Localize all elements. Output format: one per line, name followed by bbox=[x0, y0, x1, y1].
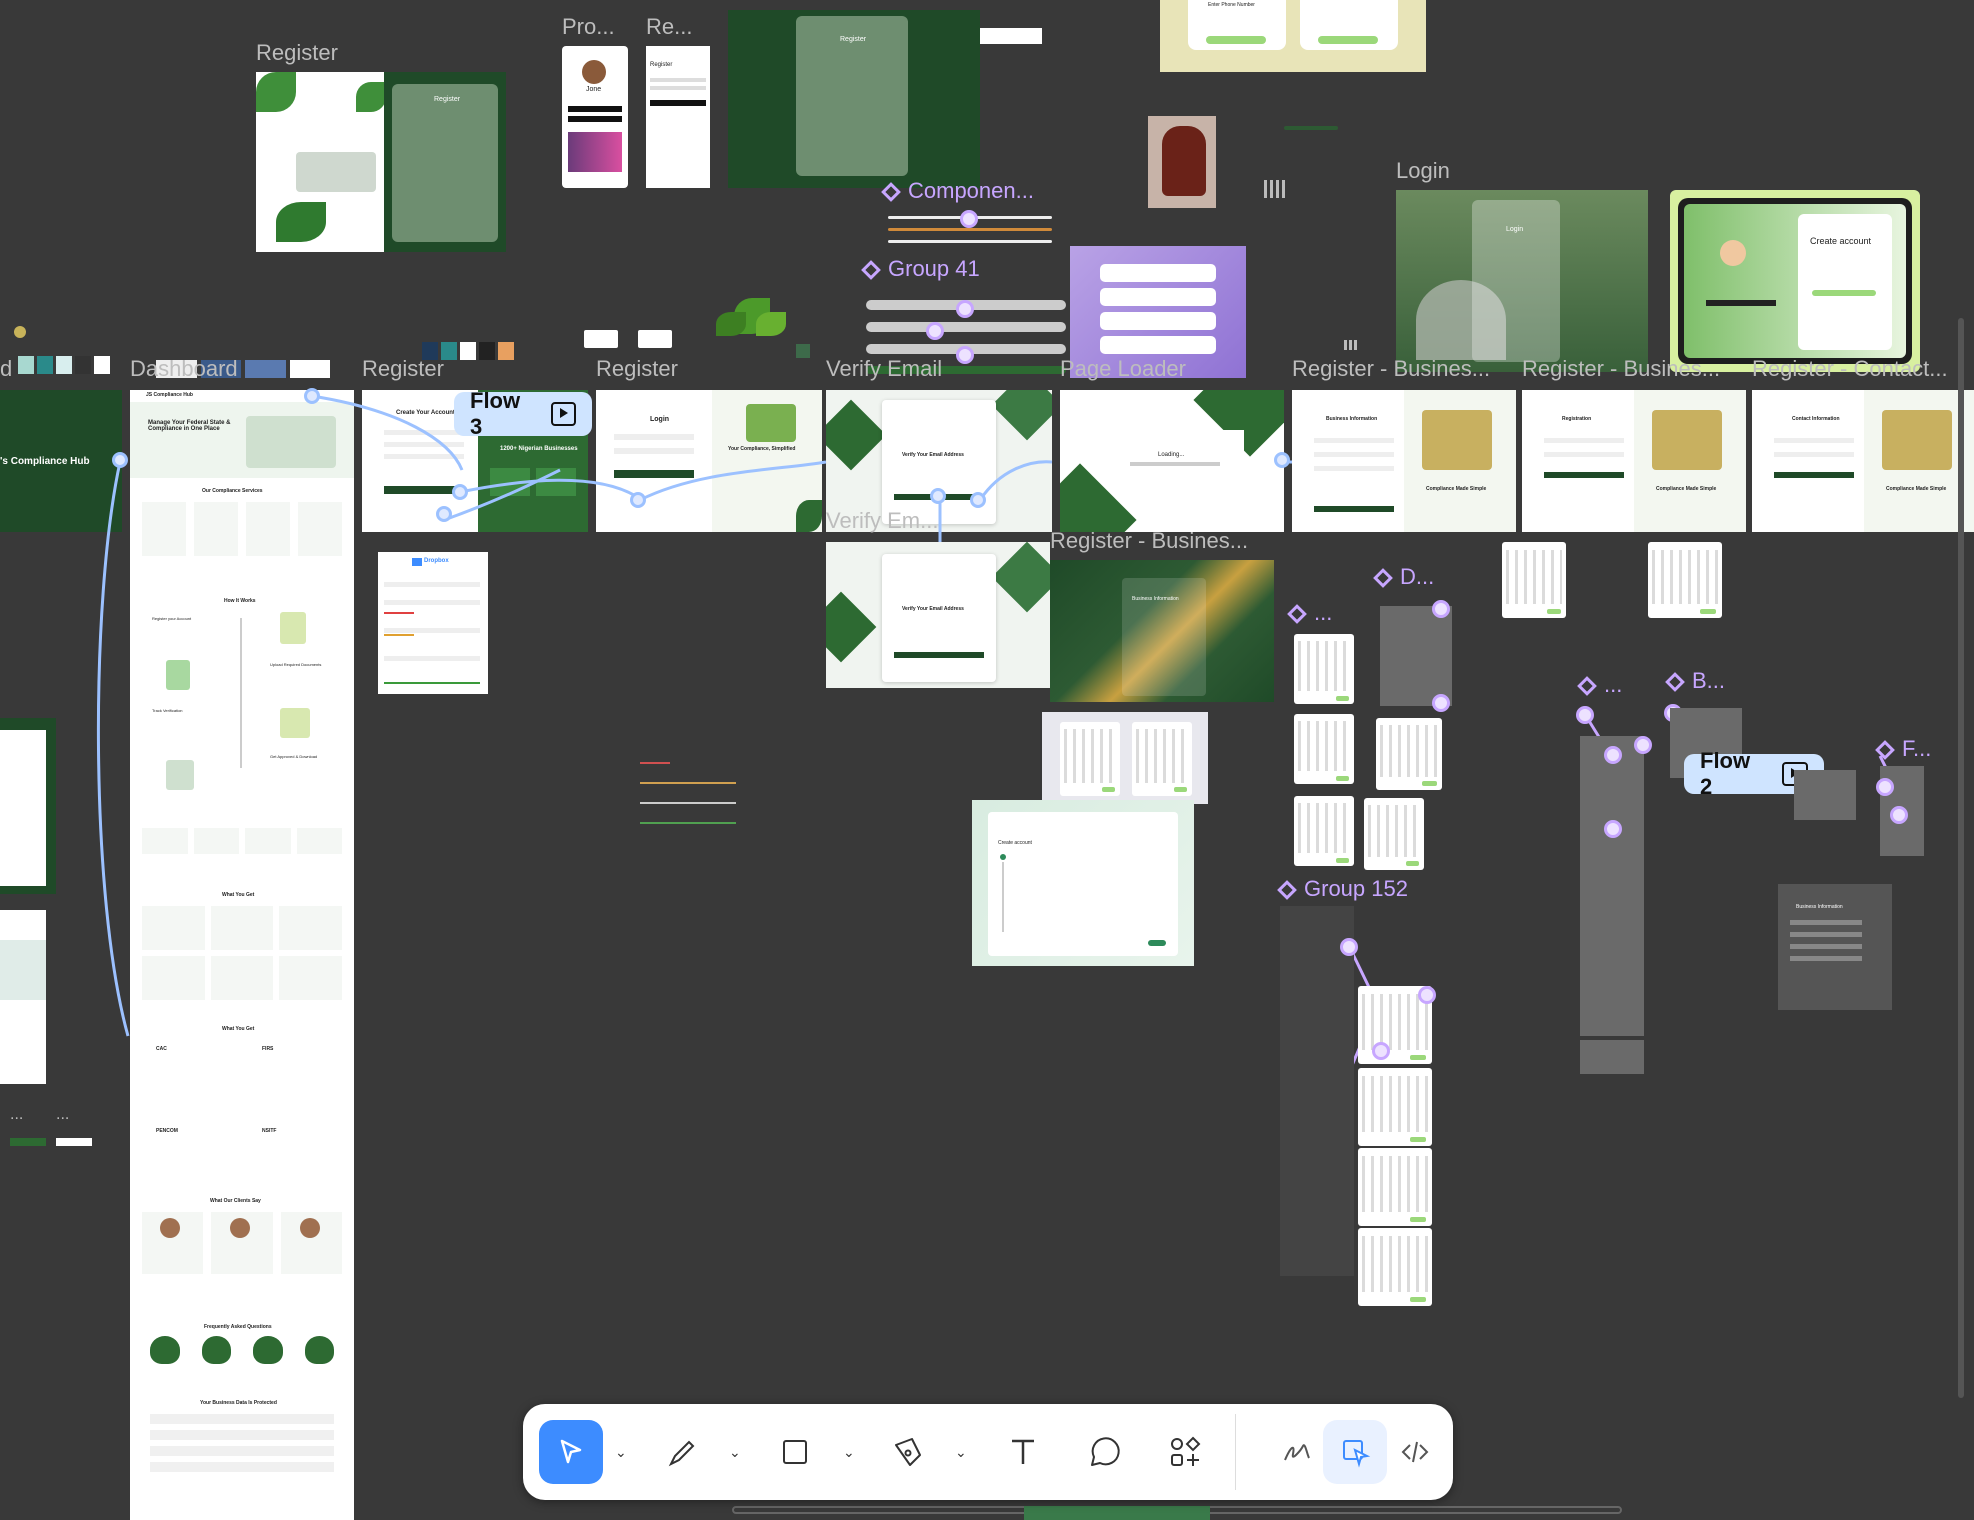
business-info-gold: Business Information bbox=[1132, 596, 1179, 602]
connector-node-4[interactable] bbox=[436, 506, 452, 522]
d-handle-2[interactable] bbox=[1432, 694, 1450, 712]
design-mode-button[interactable] bbox=[1323, 1420, 1387, 1484]
create-account-small: Create account bbox=[998, 840, 1032, 846]
register-business-gold-frame[interactable]: Business Information bbox=[1050, 560, 1274, 702]
component-label-d[interactable]: D... bbox=[1373, 564, 1434, 590]
b-handle-4[interactable] bbox=[1604, 820, 1622, 838]
pen-tool-button[interactable] bbox=[651, 1420, 715, 1484]
connector-node-5[interactable] bbox=[630, 492, 646, 508]
scribble-icon bbox=[1284, 1444, 1310, 1461]
calendar-4[interactable] bbox=[1376, 718, 1442, 790]
text-tool-button[interactable] bbox=[991, 1420, 1055, 1484]
calendar-2[interactable] bbox=[1294, 714, 1354, 784]
pen-nib-icon bbox=[895, 1438, 921, 1466]
dev-mode-button[interactable] bbox=[1383, 1420, 1447, 1484]
left-phone-frame[interactable] bbox=[0, 718, 56, 894]
f-handle-1[interactable] bbox=[1876, 778, 1894, 796]
move-tool-button[interactable] bbox=[539, 1420, 603, 1484]
left-chip-1[interactable] bbox=[10, 1138, 46, 1146]
f-component-block[interactable] bbox=[1794, 770, 1856, 820]
b-handle-2[interactable] bbox=[1604, 746, 1622, 764]
pen-path-tool-button[interactable] bbox=[875, 1420, 939, 1484]
design-canvas[interactable]: Register Register Pro... Jone Re... Regi… bbox=[0, 0, 1974, 1520]
b-handle-1[interactable] bbox=[1576, 706, 1594, 724]
b-handle-3[interactable] bbox=[1634, 736, 1652, 754]
pencil-icon bbox=[668, 1440, 695, 1467]
components-tool-button[interactable] bbox=[1153, 1420, 1217, 1484]
calendar-10[interactable] bbox=[1358, 1148, 1432, 1226]
bottom-toolbar: ⌄ ⌄ ⌄ ⌄ bbox=[523, 1404, 1453, 1500]
f-handle-2[interactable] bbox=[1890, 806, 1908, 824]
calendar-9[interactable] bbox=[1358, 1068, 1432, 1146]
b-component-tail[interactable] bbox=[1580, 1040, 1644, 1074]
chevron-down-icon-4[interactable]: ⌄ bbox=[955, 1444, 967, 1461]
chevron-down-icon[interactable]: ⌄ bbox=[615, 1444, 627, 1461]
comment-icon bbox=[1091, 1437, 1120, 1466]
connector-node-7[interactable] bbox=[970, 492, 986, 508]
dots-left-1[interactable]: ... bbox=[10, 1106, 23, 1124]
g152-handle-3[interactable] bbox=[1372, 1042, 1390, 1060]
comment-tool-button[interactable] bbox=[1073, 1420, 1137, 1484]
frame-label-register-busines-3[interactable]: Register - Busines... bbox=[1050, 528, 1248, 554]
business-info-dark-frame[interactable]: Business Information bbox=[1778, 884, 1892, 1010]
component-label-dots1[interactable]: ... bbox=[1287, 600, 1332, 626]
draw-mode-button[interactable] bbox=[1265, 1420, 1329, 1484]
rectangle-icon bbox=[783, 1440, 807, 1464]
component-label-b[interactable]: B... bbox=[1665, 668, 1725, 694]
calendar-11[interactable] bbox=[1358, 1228, 1432, 1306]
group152-left-column[interactable] bbox=[1280, 906, 1354, 1276]
g152-handle-1[interactable] bbox=[1340, 938, 1358, 956]
frame-label-verify-small[interactable]: Verify Em... bbox=[826, 508, 938, 534]
calendar-5[interactable] bbox=[1364, 798, 1424, 870]
code-icon bbox=[1401, 1441, 1429, 1463]
business-info-dark: Business Information bbox=[1796, 904, 1843, 910]
cursor-icon bbox=[560, 1439, 582, 1464]
component-label-group152[interactable]: Group 152 bbox=[1277, 876, 1408, 902]
connector-node-6[interactable] bbox=[930, 488, 946, 504]
connector-node-9[interactable] bbox=[1274, 452, 1290, 468]
rectangle-tool-button[interactable] bbox=[763, 1420, 827, 1484]
chevron-down-icon-2[interactable]: ⌄ bbox=[729, 1444, 741, 1461]
dots-left-2[interactable]: ... bbox=[56, 1106, 69, 1124]
component-label-f[interactable]: F... bbox=[1875, 736, 1931, 762]
chevron-down-icon-3[interactable]: ⌄ bbox=[843, 1444, 855, 1461]
calendar-3[interactable] bbox=[1294, 796, 1354, 866]
dropbox-title: Dropbox bbox=[424, 558, 449, 564]
line-swatches[interactable] bbox=[640, 762, 736, 842]
connector-node-3[interactable] bbox=[452, 484, 468, 500]
component-label-dots2[interactable]: ... bbox=[1577, 672, 1622, 698]
left-white-frame[interactable] bbox=[0, 910, 46, 1084]
text-icon bbox=[1012, 1439, 1034, 1464]
shapes-icon bbox=[1171, 1436, 1201, 1466]
vertical-scrollbar[interactable] bbox=[1958, 318, 1964, 1398]
flow-2-label: Flow 2 bbox=[1700, 748, 1751, 799]
calendar-6[interactable] bbox=[1502, 542, 1566, 618]
connector-node-1[interactable] bbox=[112, 452, 128, 468]
left-chip-2[interactable] bbox=[56, 1138, 92, 1146]
design-cursor-icon bbox=[1343, 1440, 1371, 1468]
d-component-block[interactable] bbox=[1380, 606, 1452, 706]
calendar-pair-frame[interactable] bbox=[1042, 712, 1208, 804]
b-component-column[interactable] bbox=[1580, 736, 1644, 1036]
connector-node-2[interactable] bbox=[304, 388, 320, 404]
dropbox-frame[interactable]: Dropbox bbox=[378, 552, 488, 694]
toolbar-divider bbox=[1235, 1414, 1236, 1490]
create-account-stepper-frame[interactable]: Create account bbox=[972, 800, 1194, 966]
calendar-1[interactable] bbox=[1294, 634, 1354, 704]
horizontal-scroll-thumb[interactable] bbox=[1024, 1506, 1210, 1520]
verify-email-2-title: Verify Your Email Address bbox=[902, 606, 964, 612]
g152-handle-2[interactable] bbox=[1418, 986, 1436, 1004]
calendar-7[interactable] bbox=[1648, 542, 1722, 618]
d-handle-1[interactable] bbox=[1432, 600, 1450, 618]
verify-email-2-frame[interactable]: Verify Your Email Address bbox=[826, 542, 1050, 688]
